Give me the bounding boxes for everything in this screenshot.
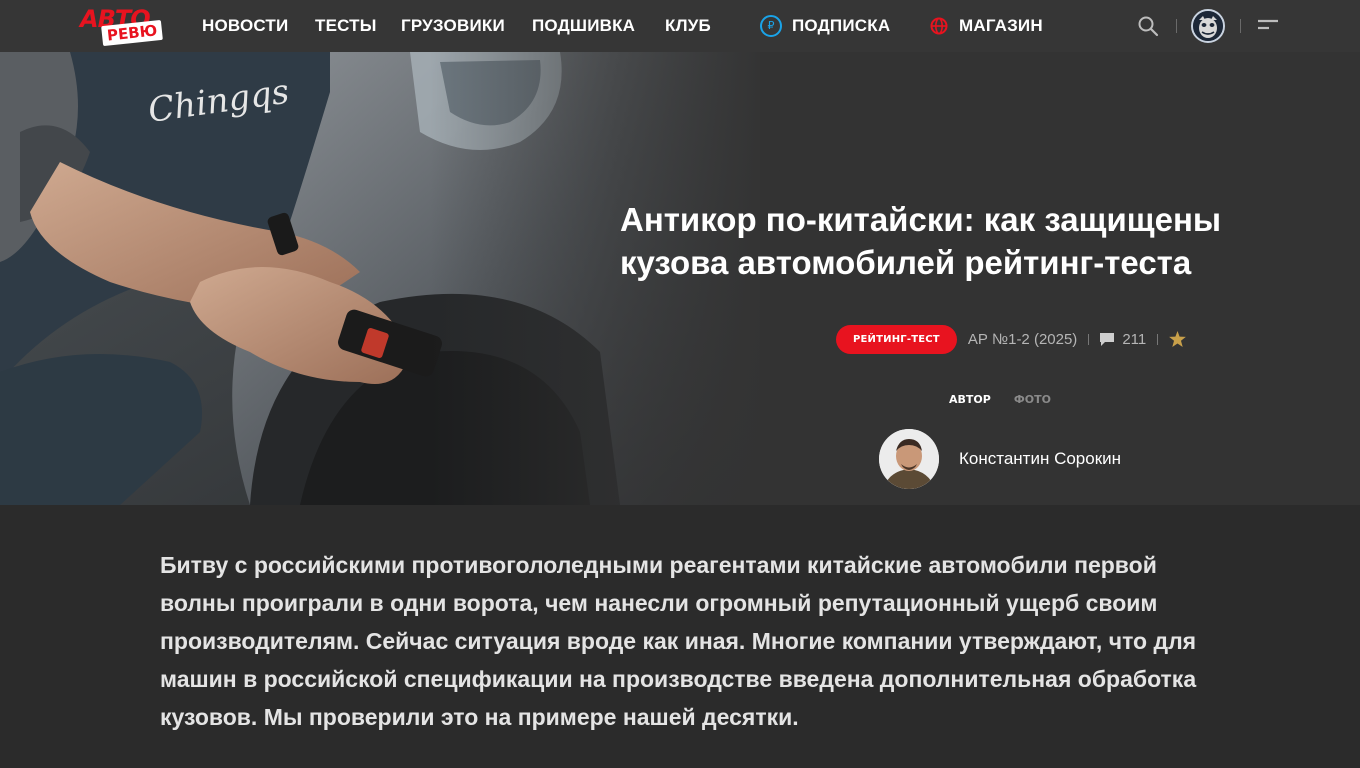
top-navigation-bar: АВТО РЕВЮ НОВОСТИ ТЕСТЫ ГРУЗОВИКИ ПОДШИВ…: [0, 0, 1360, 52]
tab-photo[interactable]: ФОТО: [1014, 393, 1051, 406]
nav-item-label: ГРУЗОВИКИ: [401, 16, 505, 35]
article-lead: Битву с российскими противогололедными р…: [160, 552, 1197, 730]
comment-icon: [1100, 332, 1115, 346]
ruble-circle-icon: [760, 15, 782, 37]
nav-item-club[interactable]: КЛУБ: [665, 0, 711, 52]
author-name[interactable]: Константин Сорокин: [959, 449, 1121, 469]
nav-shop[interactable]: МАГАЗИН: [929, 0, 1043, 52]
nav-item-label: НОВОСТИ: [202, 16, 289, 35]
nav-shop-label: МАГАЗИН: [959, 16, 1043, 35]
nav-item-news[interactable]: НОВОСТИ: [202, 0, 288, 52]
nav-subscription-label: ПОДПИСКА: [792, 16, 891, 35]
star-icon[interactable]: [1169, 331, 1187, 347]
issue-link[interactable]: АР №1-2 (2025): [968, 331, 1077, 348]
tab-author[interactable]: АВТОР: [949, 393, 991, 406]
meta-divider: [1088, 333, 1090, 345]
header-divider: [1176, 19, 1177, 33]
nav-item-trucks[interactable]: ГРУЗОВИКИ: [401, 0, 505, 52]
header-divider: [1240, 19, 1241, 33]
shop-globe-icon: [930, 17, 948, 35]
nav-item-label: ПОДШИВКА: [532, 16, 636, 35]
user-avatar-icon[interactable]: [1191, 9, 1225, 43]
article-title: Антикор по-китайски: как защищены кузова…: [620, 201, 1222, 281]
nav-item-label: КЛУБ: [665, 16, 711, 35]
article-meta: РЕЙТИНГ-ТЕСТ АР №1-2 (2025) 211: [836, 324, 1187, 354]
nav-item-archive[interactable]: ПОДШИВКА: [532, 0, 635, 52]
author-block[interactable]: Константин Сорокин: [879, 429, 1121, 489]
search-icon[interactable]: [1137, 15, 1159, 37]
nav-item-tests[interactable]: ТЕСТЫ: [315, 0, 377, 52]
site-logo[interactable]: АВТО РЕВЮ: [80, 6, 164, 48]
meta-divider: [1157, 333, 1159, 345]
comments-count: 211: [1122, 330, 1147, 348]
article-hero: Chingqs Антикор по-китайски: как защищен…: [0, 52, 1360, 505]
nav-subscription[interactable]: ПОДПИСКА: [760, 0, 890, 52]
nav-item-label: ТЕСТЫ: [315, 16, 377, 35]
author-avatar: [879, 429, 939, 489]
menu-icon[interactable]: [1258, 19, 1278, 33]
comments-link[interactable]: 211: [1100, 331, 1146, 348]
credits-tabs: АВТОР ФОТО: [949, 393, 1051, 406]
rubric-badge[interactable]: РЕЙТИНГ-ТЕСТ: [836, 324, 957, 354]
